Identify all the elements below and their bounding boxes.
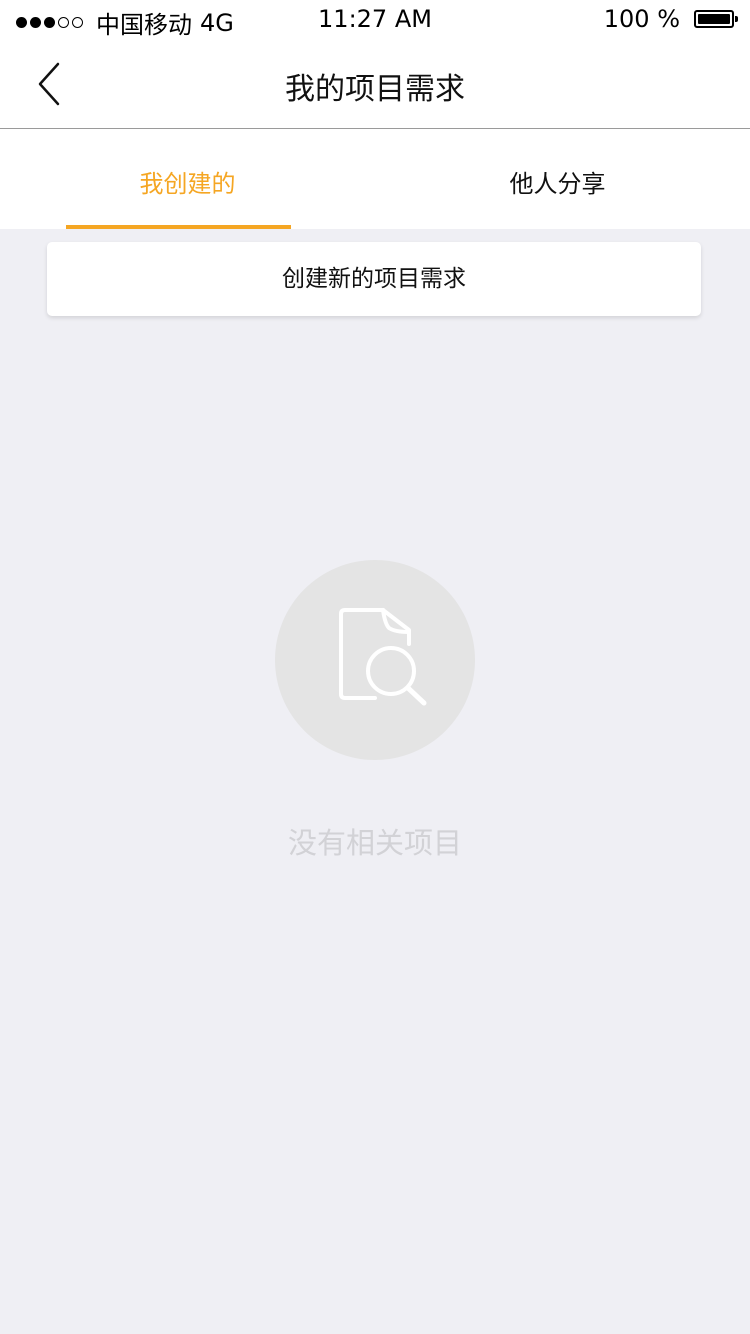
tab-shared-by-others[interactable]: 他人分享 xyxy=(370,129,745,229)
battery-percentage: 100 % xyxy=(603,5,680,33)
status-bar: 中国移动 4G 11:27 AM 100 % xyxy=(0,0,750,40)
screen: 中国移动 4G 11:27 AM 100 % 我的项目需求 我创建的 他人分享 … xyxy=(0,0,750,1334)
tab-my-created[interactable]: 我创建的 xyxy=(0,129,375,229)
battery-icon xyxy=(694,10,738,28)
battery-fill xyxy=(698,14,730,24)
tab-bar: 我创建的 他人分享 xyxy=(0,129,750,229)
create-project-button[interactable]: 创建新的项目需求 xyxy=(47,242,701,316)
tab-active-indicator xyxy=(66,225,291,229)
empty-state-message: 没有相关项目 xyxy=(287,826,462,860)
navigation-bar: 我的项目需求 xyxy=(0,40,750,129)
status-right: 100 % xyxy=(603,5,738,33)
document-search-icon xyxy=(339,608,427,706)
empty-state-illustration xyxy=(275,560,475,760)
battery-tip xyxy=(735,16,738,22)
page-title: 我的项目需求 xyxy=(285,72,465,107)
